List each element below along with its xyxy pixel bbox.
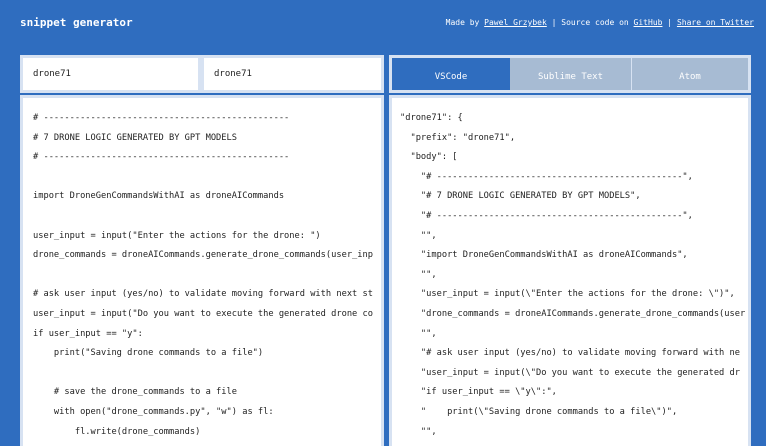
separator: |	[551, 18, 557, 27]
page-header: snippet generator Made by Pawel Grzybek …	[0, 0, 766, 50]
github-link[interactable]: GitHub	[634, 18, 663, 27]
tab-atom[interactable]: Atom	[631, 55, 751, 93]
share-twitter-link[interactable]: Share on Twitter	[677, 18, 754, 27]
snippet-inputs	[20, 55, 384, 93]
snippet-textarea[interactable]: # --------------------------------------…	[20, 95, 384, 446]
output-panel: VSCode Sublime Text Atom "drone71": { "p…	[389, 55, 751, 446]
description-input[interactable]	[20, 55, 201, 93]
credits: Made by Pawel Grzybek | Source code on G…	[446, 18, 754, 27]
tab-vscode[interactable]: VSCode	[389, 55, 510, 93]
made-by-label: Made by	[445, 18, 480, 27]
source-label: Source code on	[561, 18, 629, 27]
snippet-code: # --------------------------------------…	[33, 113, 373, 437]
editor-panel: # --------------------------------------…	[20, 55, 384, 446]
tab-sublime-text[interactable]: Sublime Text	[510, 55, 631, 93]
generated-code: "drone71": { "prefix": "drone71", "body"…	[400, 113, 746, 437]
tab-trigger-input[interactable]	[201, 55, 384, 93]
separator: |	[667, 18, 673, 27]
author-link[interactable]: Pawel Grzybek	[484, 18, 547, 27]
generated-snippet-output[interactable]: "drone71": { "prefix": "drone71", "body"…	[389, 95, 751, 446]
app-title: snippet generator	[20, 16, 133, 29]
editor-tabs: VSCode Sublime Text Atom	[389, 55, 751, 93]
